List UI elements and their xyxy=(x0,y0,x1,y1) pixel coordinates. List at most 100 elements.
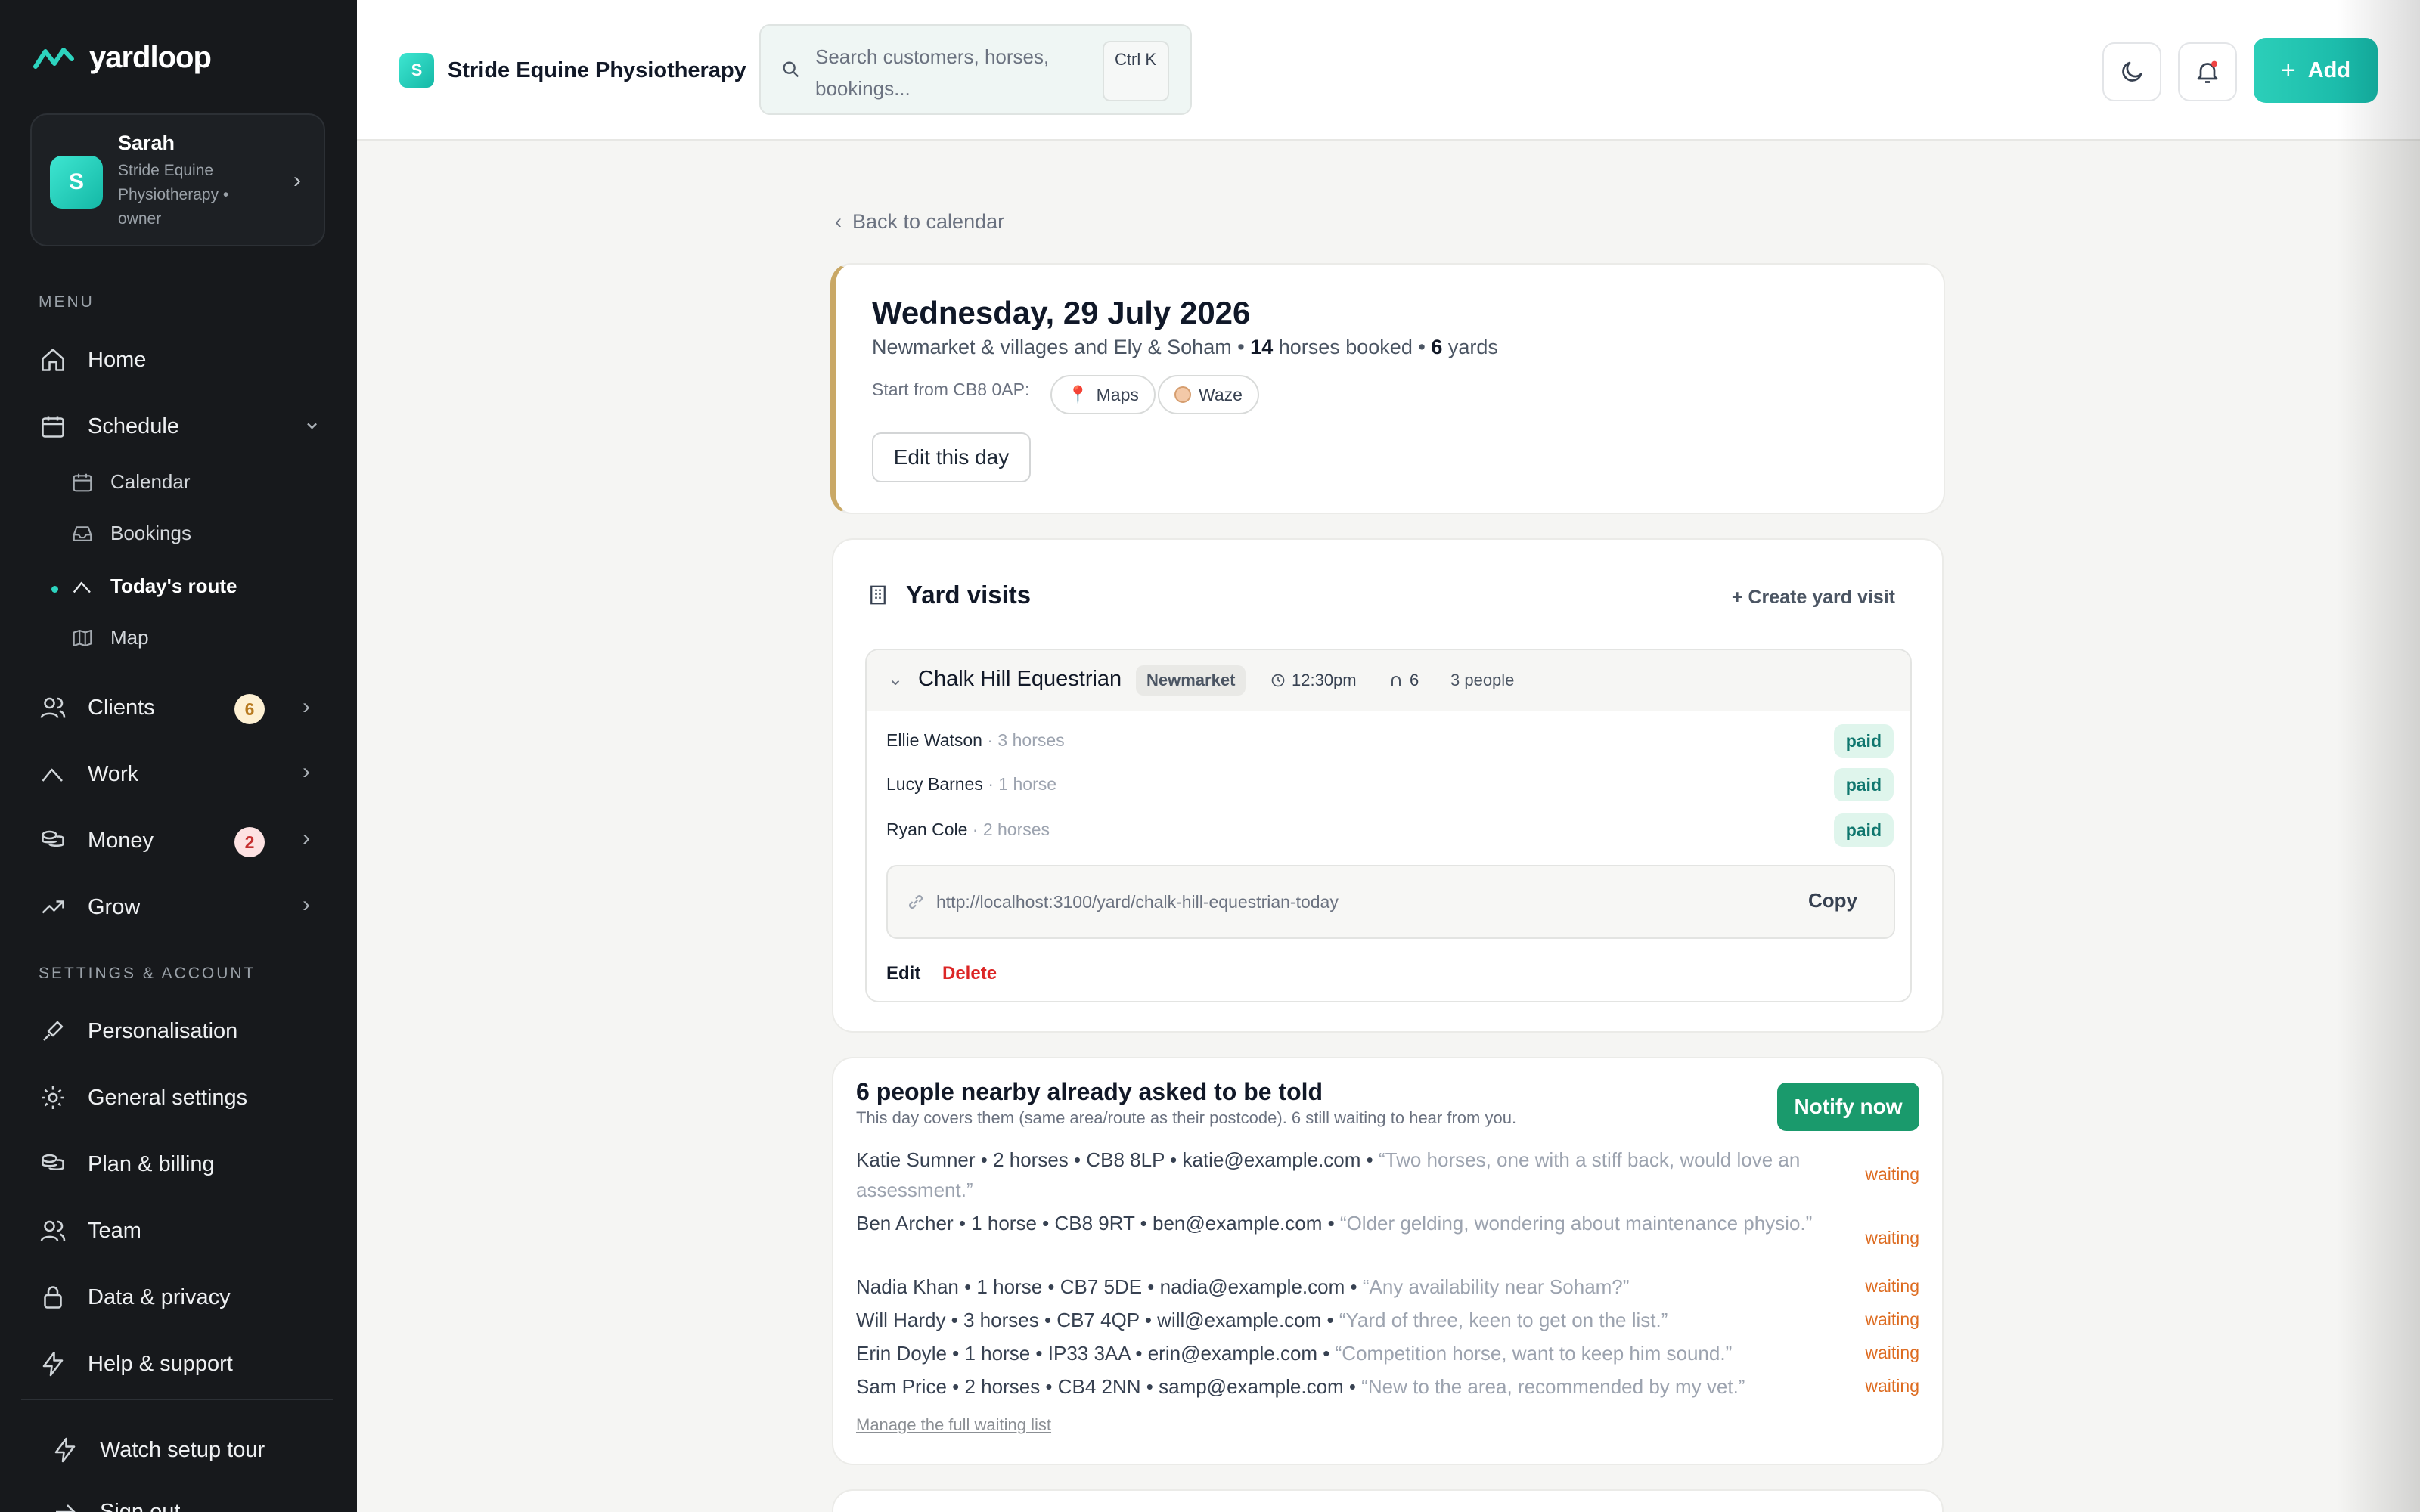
account-org: Stride Equine Physiotherapy • owner xyxy=(118,162,229,228)
waiting-list-card: 6 people nearby already asked to be told… xyxy=(832,1057,1944,1465)
org-switcher[interactable]: S Stride Equine Physiotherapy xyxy=(399,53,746,88)
sidebar-item-personalisation[interactable]: Personalisation xyxy=(39,1018,237,1045)
bolt-icon xyxy=(54,1437,76,1463)
copy-link-button[interactable]: Copy xyxy=(1808,889,1857,912)
yard-visits-title: Yard visits xyxy=(867,581,1031,609)
add-button[interactable]: + Add xyxy=(2254,38,2378,103)
manage-waiting-list-link[interactable]: Manage the full waiting list xyxy=(856,1415,1051,1435)
yard-visits-card: Yard visits + Create yard visit ⌄ Chalk … xyxy=(832,538,1944,1033)
bell-icon xyxy=(2197,60,2218,83)
yard-horses: 6 xyxy=(1378,665,1429,696)
chevron-right-icon[interactable]: › xyxy=(302,759,310,785)
calendar-icon xyxy=(73,473,92,491)
sidebar-item-work[interactable]: Work xyxy=(39,761,138,788)
chevron-down-icon[interactable]: ⌄ xyxy=(302,408,321,435)
sidebar-item-money[interactable]: Money xyxy=(39,827,154,854)
page-title: Wednesday, 29 July 2026 xyxy=(872,295,1251,330)
chevron-left-icon: ‹ xyxy=(835,210,842,233)
theme-toggle-button[interactable] xyxy=(2102,42,2161,101)
list-item: Katie Sumner • 2 horses • CB8 8LP • kati… xyxy=(856,1145,1839,1205)
sidebar-item-home[interactable]: Home xyxy=(39,346,146,373)
sidebar: yardloop S Sarah Stride Equine Physiothe… xyxy=(0,0,357,1512)
client-name: Lucy Barnes xyxy=(886,774,983,794)
account-switcher[interactable]: S Sarah Stride Equine Physiotherapy • ow… xyxy=(30,113,325,246)
edge-shadow xyxy=(2337,0,2420,1512)
money-count-badge: 2 xyxy=(234,827,265,857)
status-badge: waiting xyxy=(1865,1276,1919,1296)
sidebar-item-schedule[interactable]: Schedule xyxy=(39,413,179,440)
users-icon xyxy=(40,697,66,718)
sidebar-item-general-settings[interactable]: General settings xyxy=(39,1084,247,1111)
notify-now-button[interactable]: Notify now xyxy=(1777,1083,1919,1131)
status-badge: waiting xyxy=(1865,1343,1919,1362)
sidebar-item-map[interactable]: Map xyxy=(71,626,149,649)
trending-up-icon xyxy=(42,900,64,914)
search-input[interactable]: Search customers, horses, bookings... Ct… xyxy=(759,24,1192,115)
chevron-right-icon[interactable]: › xyxy=(302,826,310,851)
sidebar-item-bookings[interactable]: Bookings xyxy=(71,522,191,545)
active-indicator xyxy=(51,586,58,593)
inbox-icon xyxy=(73,525,92,541)
list-item[interactable]: Ryan Cole · 2 horses paid xyxy=(886,810,1894,848)
users-icon xyxy=(40,1220,66,1241)
search-icon xyxy=(783,61,799,78)
sign-out-button[interactable]: Sign out xyxy=(51,1498,180,1512)
sidebar-item-todays-route[interactable]: Today's route xyxy=(71,575,237,598)
sidebar-item-label: Personalisation xyxy=(88,1018,238,1043)
list-item: Will Hardy • 3 horses • CB7 4QP • will@e… xyxy=(856,1305,1854,1335)
waiting-entry-quote: “Yard of three, keen to get on the list.… xyxy=(1339,1309,1668,1331)
chevron-right-icon[interactable]: › xyxy=(302,694,310,720)
edit-yard-visit-button[interactable]: Edit xyxy=(886,963,920,984)
status-badge: paid xyxy=(1833,768,1894,801)
sidebar-item-label: Home xyxy=(88,347,147,372)
day-areas: Newmarket & villages and Ely & Soham • xyxy=(872,336,1251,358)
sidebar-item-team[interactable]: Team xyxy=(39,1217,141,1244)
chevron-down-icon[interactable]: ⌄ xyxy=(888,668,903,690)
waiting-entry-info: Ben Archer • 1 horse • CB8 9RT • ben@exa… xyxy=(856,1212,1340,1235)
client-name: Ryan Cole xyxy=(886,820,968,839)
status-badge: waiting xyxy=(1865,1228,1919,1247)
org-name: Stride Equine Physiotherapy xyxy=(448,57,746,82)
list-item: Sam Price • 2 horses • CB4 2NN • samp@ex… xyxy=(856,1371,1854,1402)
edit-day-button[interactable]: Edit this day xyxy=(872,432,1031,482)
notifications-button[interactable] xyxy=(2178,42,2237,101)
sidebar-divider xyxy=(21,1399,333,1400)
sidebar-item-label: General settings xyxy=(88,1085,248,1110)
share-link-url[interactable]: http://localhost:3100/yard/chalk-hill-eq… xyxy=(936,892,1339,912)
chevron-right-icon[interactable]: › xyxy=(302,892,310,918)
maps-label: Maps xyxy=(1096,384,1139,404)
yard-visit-item: ⌄ Chalk Hill Equestrian Newmarket 12:30p… xyxy=(865,649,1912,1002)
sidebar-item-grow[interactable]: Grow xyxy=(39,894,140,921)
sidebar-item-label: Clients xyxy=(88,695,155,720)
brand-logo[interactable]: yardloop xyxy=(33,41,212,75)
waiting-list-title: 6 people nearby already asked to be told xyxy=(856,1078,1323,1105)
sidebar-item-data-privacy[interactable]: Data & privacy xyxy=(39,1284,231,1311)
open-in-maps-button[interactable]: 📍 Maps xyxy=(1050,375,1156,414)
list-item: Erin Doyle • 1 horse • IP33 3AA • erin@e… xyxy=(856,1338,1854,1368)
list-item[interactable]: Lucy Barnes · 1 horse paid xyxy=(886,765,1894,803)
sidebar-item-calendar[interactable]: Calendar xyxy=(71,470,191,494)
waiting-entry-info: Erin Doyle • 1 horse • IP33 3AA • erin@e… xyxy=(856,1342,1336,1365)
yard-time: 12:30pm xyxy=(1260,665,1367,696)
back-label: Back to calendar xyxy=(852,210,1005,233)
arrow-right-icon xyxy=(56,1504,76,1512)
open-in-waze-button[interactable]: Waze xyxy=(1158,375,1259,414)
create-yard-visit-button[interactable]: + Create yard visit xyxy=(1732,587,1895,609)
client-entry: Ryan Cole · 2 horses xyxy=(886,820,1050,840)
sidebar-item-label: Data & privacy xyxy=(88,1284,231,1309)
watch-setup-tour-button[interactable]: Watch setup tour xyxy=(51,1436,265,1464)
sidebar-item-label: Money xyxy=(88,828,154,853)
yard-visit-header[interactable]: ⌄ Chalk Hill Equestrian Newmarket 12:30p… xyxy=(867,650,1910,711)
sidebar-item-label: Map xyxy=(110,626,149,649)
moon-icon xyxy=(2122,61,2142,82)
yard-time-value: 12:30pm xyxy=(1292,671,1357,689)
list-item[interactable]: Ellie Watson · 3 horses paid xyxy=(886,721,1894,759)
back-to-calendar-link[interactable]: ‹ Back to calendar xyxy=(835,210,1004,234)
delete-yard-visit-button[interactable]: Delete xyxy=(942,963,997,984)
sidebar-item-help-support[interactable]: Help & support xyxy=(39,1350,233,1377)
sidebar-item-clients[interactable]: Clients xyxy=(39,694,155,721)
sidebar-item-label: Watch setup tour xyxy=(100,1437,265,1462)
sidebar-item-plan-billing[interactable]: Plan & billing xyxy=(39,1151,215,1178)
status-badge: paid xyxy=(1833,813,1894,847)
brand-name: yardloop xyxy=(89,41,212,74)
